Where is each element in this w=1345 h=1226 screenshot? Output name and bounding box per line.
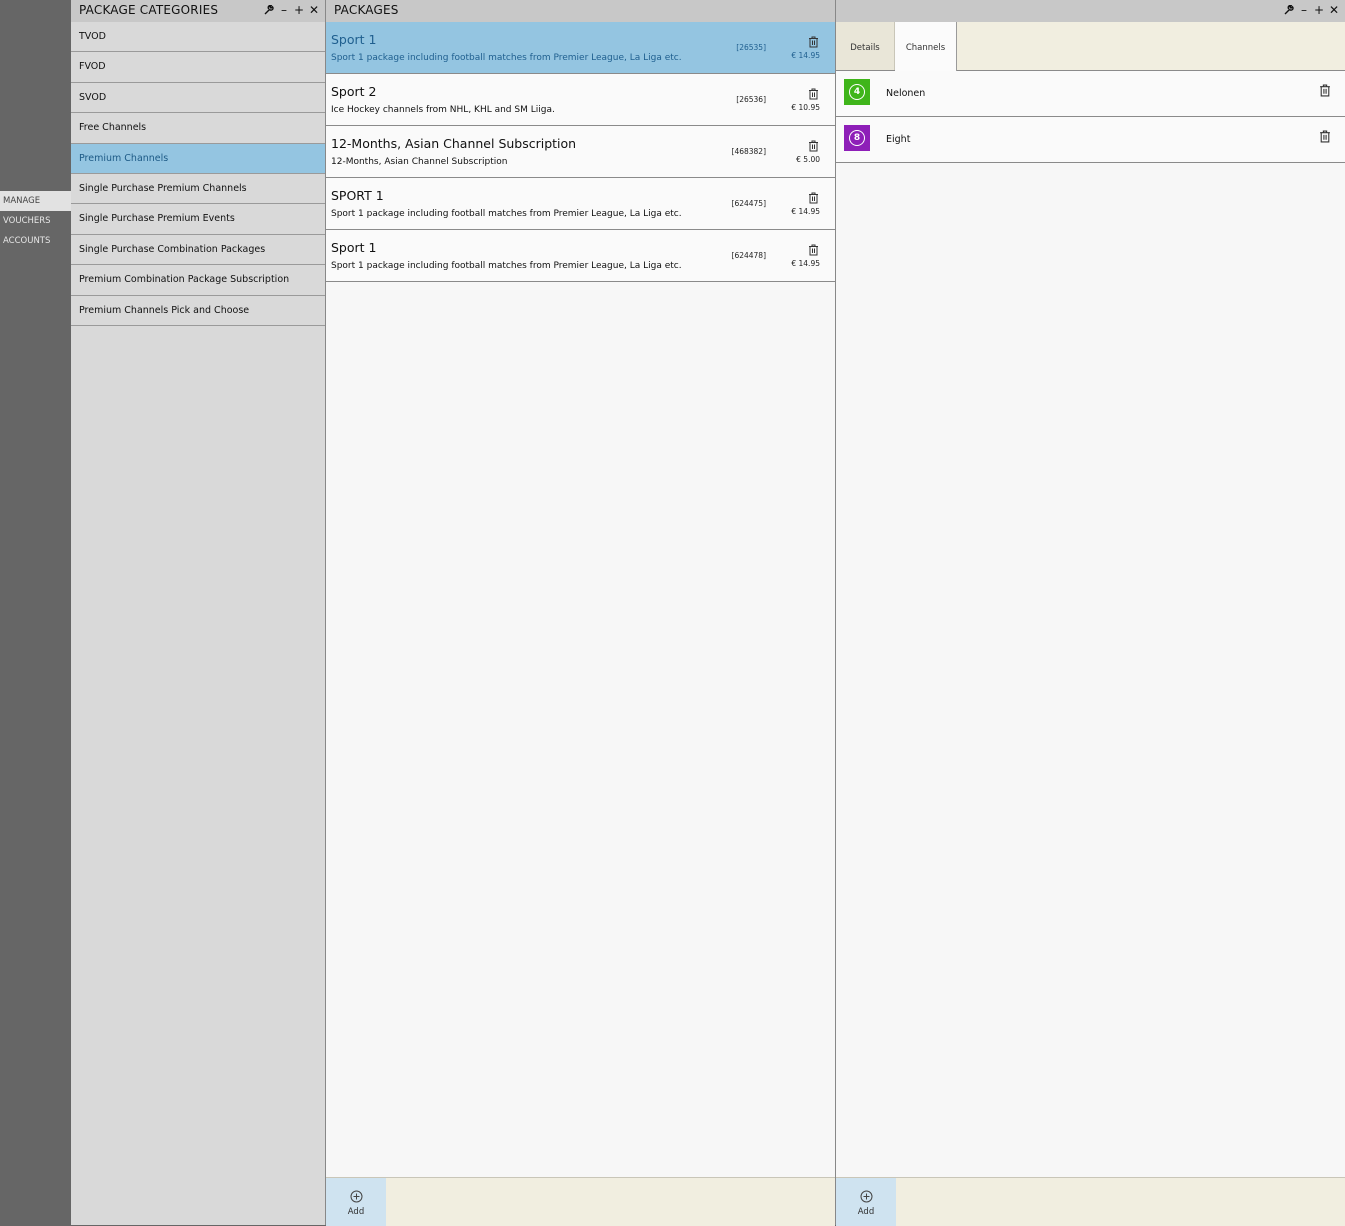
add-channel-button[interactable]: Add [836, 1178, 896, 1226]
trash-icon[interactable] [808, 36, 819, 51]
package-list: Sport 1 Sport 1 package including footba… [326, 22, 835, 282]
package-description: Ice Hockey channels from NHL, KHL and SM… [331, 105, 555, 115]
channel-logo: 8 [844, 125, 870, 151]
package-price: € 14.95 [791, 51, 820, 60]
channel-name: Eight [886, 134, 911, 145]
details-tabs: Details Channels [836, 22, 1345, 71]
channel-name: Nelonen [886, 88, 926, 99]
categories-panel-title: PACKAGE CATEGORIES [79, 3, 219, 17]
minimize-icon[interactable]: – [279, 2, 289, 18]
channel-logo: 4 [844, 79, 870, 105]
package-price: € 14.95 [791, 259, 820, 268]
package-row[interactable]: Sport 1 Sport 1 package including footba… [326, 22, 835, 74]
add-package-label: Add [347, 1207, 365, 1217]
package-price: € 14.95 [791, 207, 820, 216]
packages-panel-title: PACKAGES [334, 3, 399, 17]
channel-list: 4 Nelonen 8 Eight [836, 71, 1345, 163]
trash-icon[interactable] [808, 140, 819, 155]
package-title: Sport 2 [331, 84, 377, 99]
trash-icon[interactable] [1319, 84, 1331, 100]
packages-panel-header: PACKAGES [326, 0, 835, 22]
package-price: € 10.95 [791, 103, 820, 112]
close-icon[interactable]: ✕ [1329, 2, 1339, 18]
details-panel-controls: – + ✕ [1284, 2, 1339, 18]
minimize-icon[interactable]: – [1299, 2, 1309, 18]
add-channel-label: Add [857, 1207, 875, 1217]
package-id: [26536] [736, 95, 766, 104]
categories-panel-header: PACKAGE CATEGORIES – + ✕ [71, 0, 325, 22]
category-item-premium-combination-package-subscription[interactable]: Premium Combination Package Subscription [71, 265, 325, 296]
wrench-icon[interactable] [264, 2, 274, 18]
channel-logo-number: 8 [849, 130, 865, 146]
nav-item-vouchers[interactable]: VOUCHERS [0, 211, 71, 231]
package-title: Sport 1 [331, 32, 377, 47]
category-item-fvod[interactable]: FVOD [71, 52, 325, 83]
channel-logo-number: 4 [849, 84, 865, 100]
details-panel-header: – + ✕ [836, 0, 1345, 22]
category-item-free-channels[interactable]: Free Channels [71, 113, 325, 144]
package-description: Sport 1 package including football match… [331, 209, 682, 219]
packages-bottom-bar: Add [326, 1177, 835, 1226]
tab-details[interactable]: Details [836, 22, 895, 70]
package-id: [624478] [731, 251, 766, 260]
trash-icon[interactable] [1319, 130, 1331, 146]
package-price: € 5.00 [796, 155, 820, 164]
trash-icon[interactable] [808, 192, 819, 207]
details-panel: – + ✕ Details Channels 4 Nelonen 8 Eight [835, 0, 1345, 1226]
category-item-premium-channels-pick-and-choose[interactable]: Premium Channels Pick and Choose [71, 296, 325, 326]
package-categories-panel: PACKAGE CATEGORIES – + ✕ TVOD FVOD SVOD … [71, 0, 325, 1225]
plus-icon[interactable]: + [294, 2, 304, 18]
package-title: Sport 1 [331, 240, 377, 255]
add-package-button[interactable]: Add [326, 1178, 386, 1226]
wrench-icon[interactable] [1284, 2, 1294, 18]
close-icon[interactable]: ✕ [309, 2, 319, 18]
tab-channels[interactable]: Channels [895, 22, 957, 71]
details-bottom-bar: Add [836, 1177, 1345, 1226]
add-circle-icon [860, 1190, 872, 1203]
category-item-single-purchase-premium-events[interactable]: Single Purchase Premium Events [71, 204, 325, 235]
plus-icon[interactable]: + [1314, 2, 1324, 18]
package-id: [624475] [731, 199, 766, 208]
category-list: TVOD FVOD SVOD Free Channels Premium Cha… [71, 22, 325, 326]
nav-item-manage[interactable]: MANAGE [0, 191, 71, 211]
package-description: Sport 1 package including football match… [331, 53, 682, 63]
categories-panel-controls: – + ✕ [264, 2, 319, 18]
category-item-premium-channels[interactable]: Premium Channels [71, 143, 325, 174]
add-circle-icon [350, 1190, 362, 1203]
package-row[interactable]: Sport 1 Sport 1 package including footba… [326, 230, 835, 282]
packages-panel: PACKAGES Sport 1 Sport 1 package includi… [325, 0, 835, 1226]
category-item-single-purchase-combination-packages[interactable]: Single Purchase Combination Packages [71, 235, 325, 266]
category-item-tvod[interactable]: TVOD [71, 22, 325, 53]
trash-icon[interactable] [808, 244, 819, 259]
package-id: [26535] [736, 43, 766, 52]
package-row[interactable]: 12-Months, Asian Channel Subscription 12… [326, 126, 835, 178]
channel-row[interactable]: 8 Eight [836, 117, 1345, 163]
category-item-svod[interactable]: SVOD [71, 83, 325, 114]
category-item-single-purchase-premium-channels[interactable]: Single Purchase Premium Channels [71, 174, 325, 205]
package-title: 12-Months, Asian Channel Subscription [331, 136, 577, 151]
nav-item-accounts[interactable]: ACCOUNTS [0, 231, 71, 251]
channel-row[interactable]: 4 Nelonen [836, 71, 1345, 117]
package-description: Sport 1 package including football match… [331, 261, 682, 271]
package-row[interactable]: Sport 2 Ice Hockey channels from NHL, KH… [326, 74, 835, 126]
left-navigation: MANAGE VOUCHERS ACCOUNTS [0, 0, 71, 1225]
package-row[interactable]: SPORT 1 Sport 1 package including footba… [326, 178, 835, 230]
trash-icon[interactable] [808, 88, 819, 103]
package-description: 12-Months, Asian Channel Subscription [331, 157, 508, 167]
package-id: [468382] [731, 147, 766, 156]
package-title: SPORT 1 [331, 188, 384, 203]
